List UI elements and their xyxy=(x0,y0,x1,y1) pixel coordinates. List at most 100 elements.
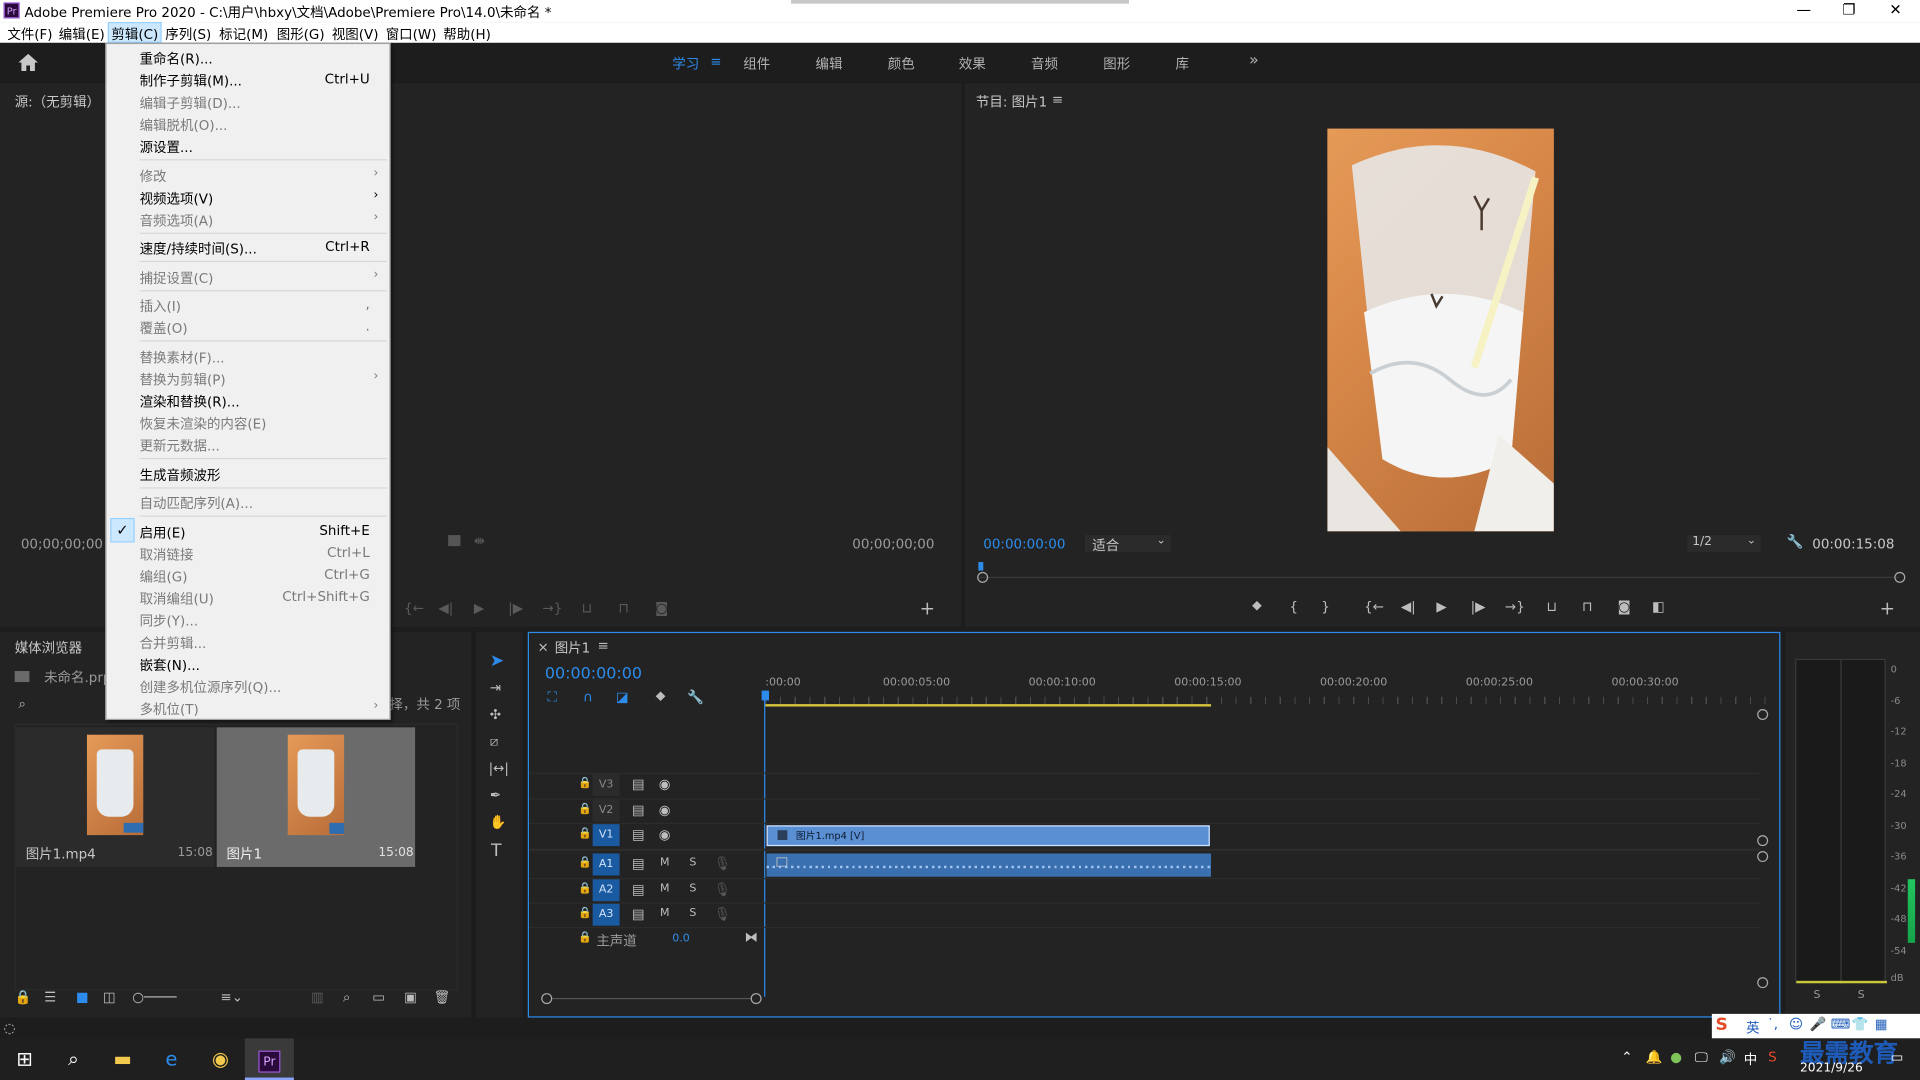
menu-item-replace-footage[interactable]: 替换素材(F)... xyxy=(140,348,225,368)
file-explorer-icon[interactable]: ▬ xyxy=(98,1038,147,1080)
tray-ime-icon[interactable]: 中 xyxy=(1744,1049,1757,1069)
track-sync-icon[interactable]: ▤ xyxy=(632,906,645,922)
track-lock-icon[interactable]: 🔒 xyxy=(578,778,592,790)
menu-clip[interactable]: 剪辑(C) xyxy=(107,22,162,43)
export-frame-icon[interactable]: ◙ xyxy=(1618,599,1631,615)
menu-item-nest[interactable]: 嵌套(N)... xyxy=(140,655,200,675)
nest-sequence-icon[interactable]: ⛶ xyxy=(547,689,556,706)
track-v3-label[interactable]: V3 xyxy=(592,773,620,796)
menu-item-edit-offline[interactable]: 编辑脱机(O)... xyxy=(140,115,228,135)
solo-button[interactable]: S xyxy=(689,857,696,869)
menu-item-rename[interactable]: 重命名(R)... xyxy=(140,49,213,69)
linked-selection-icon[interactable]: ◪ xyxy=(616,689,629,705)
master-volume-value[interactable]: 0.0 xyxy=(672,933,690,945)
new-bin-icon[interactable]: ▭ xyxy=(372,989,385,1005)
workspace-tab-editing[interactable]: 编辑 xyxy=(816,54,843,74)
track-sync-icon[interactable]: ▤ xyxy=(632,827,645,843)
menu-edit[interactable]: 编辑(E) xyxy=(59,24,105,44)
menu-item-source-settings[interactable]: 源设置... xyxy=(140,137,193,157)
tray-sogou-icon[interactable]: S xyxy=(1768,1049,1777,1065)
meter-solo-left-button[interactable]: S xyxy=(1813,989,1820,1001)
menu-item-edit-subclip[interactable]: 编辑子剪辑(D)... xyxy=(140,93,241,113)
track-v2-label[interactable]: V2 xyxy=(592,799,620,822)
icon-view-icon[interactable]: ■ xyxy=(76,989,89,1005)
timeline-marker-icon[interactable]: ⯁ xyxy=(655,689,666,706)
track-lock-icon[interactable]: 🔒 xyxy=(578,907,592,919)
add-marker-icon[interactable]: ⯁ xyxy=(1251,599,1262,616)
program-zoom-handle-left[interactable] xyxy=(977,571,989,583)
eye-icon[interactable]: ◉ xyxy=(659,802,671,818)
delete-icon[interactable]: 🗑 xyxy=(433,989,450,1005)
track-lock-icon[interactable]: 🔒 xyxy=(578,932,592,944)
tray-expand-icon[interactable]: ⌃ xyxy=(1621,1049,1632,1065)
track-v1-label[interactable]: V1 xyxy=(592,824,620,847)
track-lock-icon[interactable]: 🔒 xyxy=(578,857,592,869)
snap-icon[interactable]: ∩ xyxy=(583,689,593,705)
solo-button[interactable]: S xyxy=(689,907,696,919)
menu-item-ungroup[interactable]: 取消编组(U) xyxy=(140,589,214,609)
project-item-2[interactable]: 图片1 15:08 xyxy=(216,727,416,867)
mute-button[interactable]: M xyxy=(660,883,670,895)
hscroll-handle-right[interactable] xyxy=(750,993,762,1005)
menu-item-make-subclip[interactable]: 制作子剪辑(M)... xyxy=(140,71,242,91)
track-sync-icon[interactable]: ▤ xyxy=(632,882,645,898)
timeline-playhead-handle[interactable] xyxy=(761,690,769,701)
menu-graphics[interactable]: 图形(G) xyxy=(277,24,325,44)
source-settings-icon[interactable]: ⇼ xyxy=(474,533,485,549)
hscroll-handle-left[interactable] xyxy=(541,993,553,1005)
taskbar-search-icon[interactable]: ⌕ xyxy=(49,1038,98,1080)
extract-icon[interactable]: ⊓ xyxy=(1582,599,1593,615)
menu-item-video-options[interactable]: 视频选项(V) xyxy=(140,189,214,209)
menu-window[interactable]: 窗口(W) xyxy=(386,24,437,44)
ime-skin-icon[interactable]: 👕 xyxy=(1851,1016,1868,1032)
source-play-icon[interactable]: ▶ xyxy=(474,600,484,616)
menu-item-insert[interactable]: 插入(I) xyxy=(140,296,181,316)
menu-item-unlink[interactable]: 取消链接 xyxy=(140,545,194,565)
tray-app-icon[interactable]: ● xyxy=(1670,1049,1682,1065)
audio-clip[interactable] xyxy=(766,853,1212,877)
program-resolution-dropdown[interactable]: 1/2 ⌄ xyxy=(1687,535,1761,553)
timeline-playhead[interactable] xyxy=(764,690,766,997)
freeform-view-icon[interactable]: ◫ xyxy=(103,989,116,1005)
menu-sequence[interactable]: 序列(S) xyxy=(165,24,211,44)
source-go-to-out-icon[interactable]: →} xyxy=(542,600,562,616)
menu-help[interactable]: 帮助(H) xyxy=(443,24,491,44)
workspace-tab-learn[interactable]: 学习 xyxy=(672,54,699,74)
workspace-tab-graphics[interactable]: 图形 xyxy=(1103,54,1130,74)
ripple-edit-tool-icon[interactable]: ✣ xyxy=(490,707,501,723)
track-a2-label[interactable]: A2 xyxy=(592,879,620,902)
zoom-slider[interactable]: ○──── xyxy=(132,989,176,1005)
microphone-icon[interactable]: 🎙 xyxy=(714,856,731,872)
menu-marker[interactable]: 标记(M) xyxy=(219,24,268,44)
source-step-back-icon[interactable]: ◀| xyxy=(438,600,453,616)
menu-item-capture-settings[interactable]: 捕捉设置(C) xyxy=(140,268,214,288)
track-sync-icon[interactable]: ▤ xyxy=(632,856,645,872)
menu-item-restore-unrendered[interactable]: 恢复未渲染的内容(E) xyxy=(140,414,267,434)
go-to-out-icon[interactable]: →} xyxy=(1505,599,1525,615)
edge-browser-icon[interactable]: e xyxy=(147,1038,196,1080)
source-step-forward-icon[interactable]: |▶ xyxy=(508,600,523,616)
workspace-tab-libraries[interactable]: 库 xyxy=(1176,54,1189,74)
minimize-button[interactable]: — xyxy=(1779,0,1828,22)
menu-item-merge-clips[interactable]: 合并剪辑... xyxy=(140,633,207,653)
source-insert-icon[interactable]: ⊔ xyxy=(582,600,593,616)
ime-emoji-icon[interactable]: ☺ xyxy=(1789,1016,1803,1032)
menu-item-replace-with-clip[interactable]: 替换为剪辑(P) xyxy=(140,370,226,390)
track-lock-icon[interactable]: 🔒 xyxy=(578,883,592,895)
source-add-button-icon[interactable]: + xyxy=(920,598,935,620)
menu-item-synchronize[interactable]: 同步(Y)... xyxy=(140,611,199,631)
eye-icon[interactable]: ◉ xyxy=(659,776,671,792)
project-item-1[interactable]: 图片1.mp4 15:08 xyxy=(15,727,215,867)
meter-solo-right-button[interactable]: S xyxy=(1858,989,1865,1001)
menu-item-enable[interactable]: 启用(E) xyxy=(140,523,186,543)
timeline-sequence-tab[interactable]: 图片1 xyxy=(555,638,591,658)
menu-item-group[interactable]: 编组(G) xyxy=(140,567,188,587)
menu-item-speed-duration[interactable]: 速度/持续时间(S)... xyxy=(140,239,257,259)
go-to-in-icon[interactable]: {← xyxy=(1364,599,1384,615)
scroll-handle-bottom[interactable] xyxy=(1757,977,1769,989)
program-panel-menu-icon[interactable]: ≡ xyxy=(1052,92,1063,108)
source-overwrite-icon[interactable]: ⊓ xyxy=(618,600,629,616)
microphone-icon[interactable]: 🎙 xyxy=(714,906,731,922)
slip-tool-icon[interactable]: |↔| xyxy=(489,760,509,776)
program-fit-dropdown[interactable]: 适合 ⌄ xyxy=(1084,535,1171,553)
